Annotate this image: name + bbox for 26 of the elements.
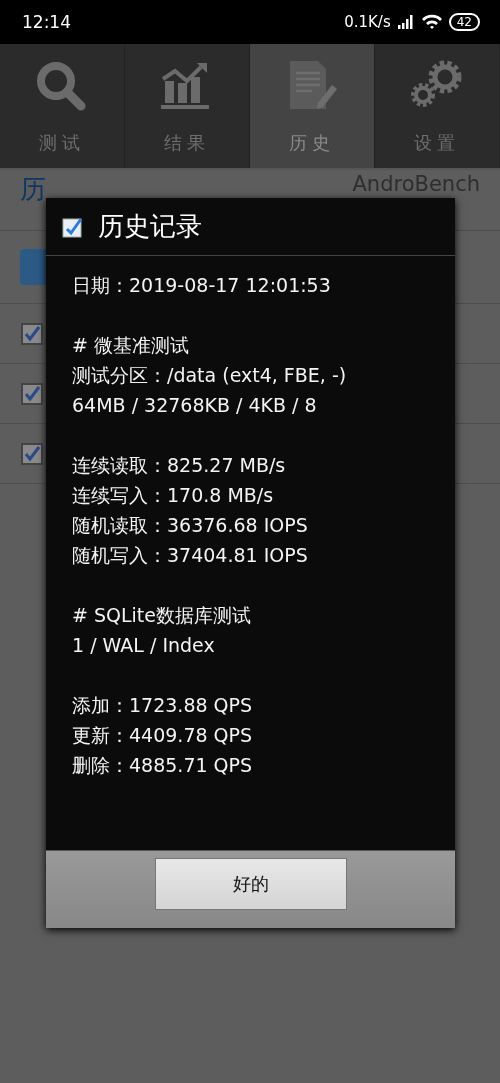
- result-line: # 微基准测试: [72, 333, 190, 358]
- dialog-title: 历史记录: [98, 210, 202, 243]
- result-line: 随机写入：37404.81 IOPS: [72, 543, 309, 568]
- checkbox[interactable]: [21, 382, 43, 405]
- result-line: 日期：2019-08-17 12:01:53: [72, 273, 332, 298]
- result-line: 添加：1723.88 QPS: [72, 693, 254, 718]
- page-title: 历: [20, 173, 46, 206]
- result-line: 连续写入：170.8 MB/s: [72, 483, 275, 508]
- checkbox[interactable]: [21, 442, 43, 465]
- result-line: 1 / WAL / Index: [72, 633, 216, 658]
- tab[interactable]: 历史: [250, 44, 375, 168]
- network-speed: 0.1K/s: [344, 13, 391, 31]
- checkbox[interactable]: [21, 322, 43, 345]
- battery-indicator: 42: [448, 13, 480, 31]
- signal-icon: [396, 15, 415, 29]
- result-line: 测试分区：/data (ext4, FBE, -): [72, 363, 348, 388]
- wifi-icon: [420, 14, 443, 30]
- result-line: 连续读取：825.27 MB/s: [72, 453, 287, 478]
- result-line: 随机读取：36376.68 IOPS: [72, 513, 309, 538]
- result-line: 64MB / 32768KB / 4KB / 8: [72, 393, 318, 418]
- result-line: 更新：4409.78 QPS: [72, 723, 254, 748]
- checklist-icon: [62, 215, 84, 238]
- result-line: 删除：4885.71 QPS: [72, 753, 254, 778]
- ok-button[interactable]: 好的: [154, 858, 347, 910]
- result-line: # SQLite数据库测试: [72, 603, 252, 628]
- clock: 12:14: [22, 12, 71, 32]
